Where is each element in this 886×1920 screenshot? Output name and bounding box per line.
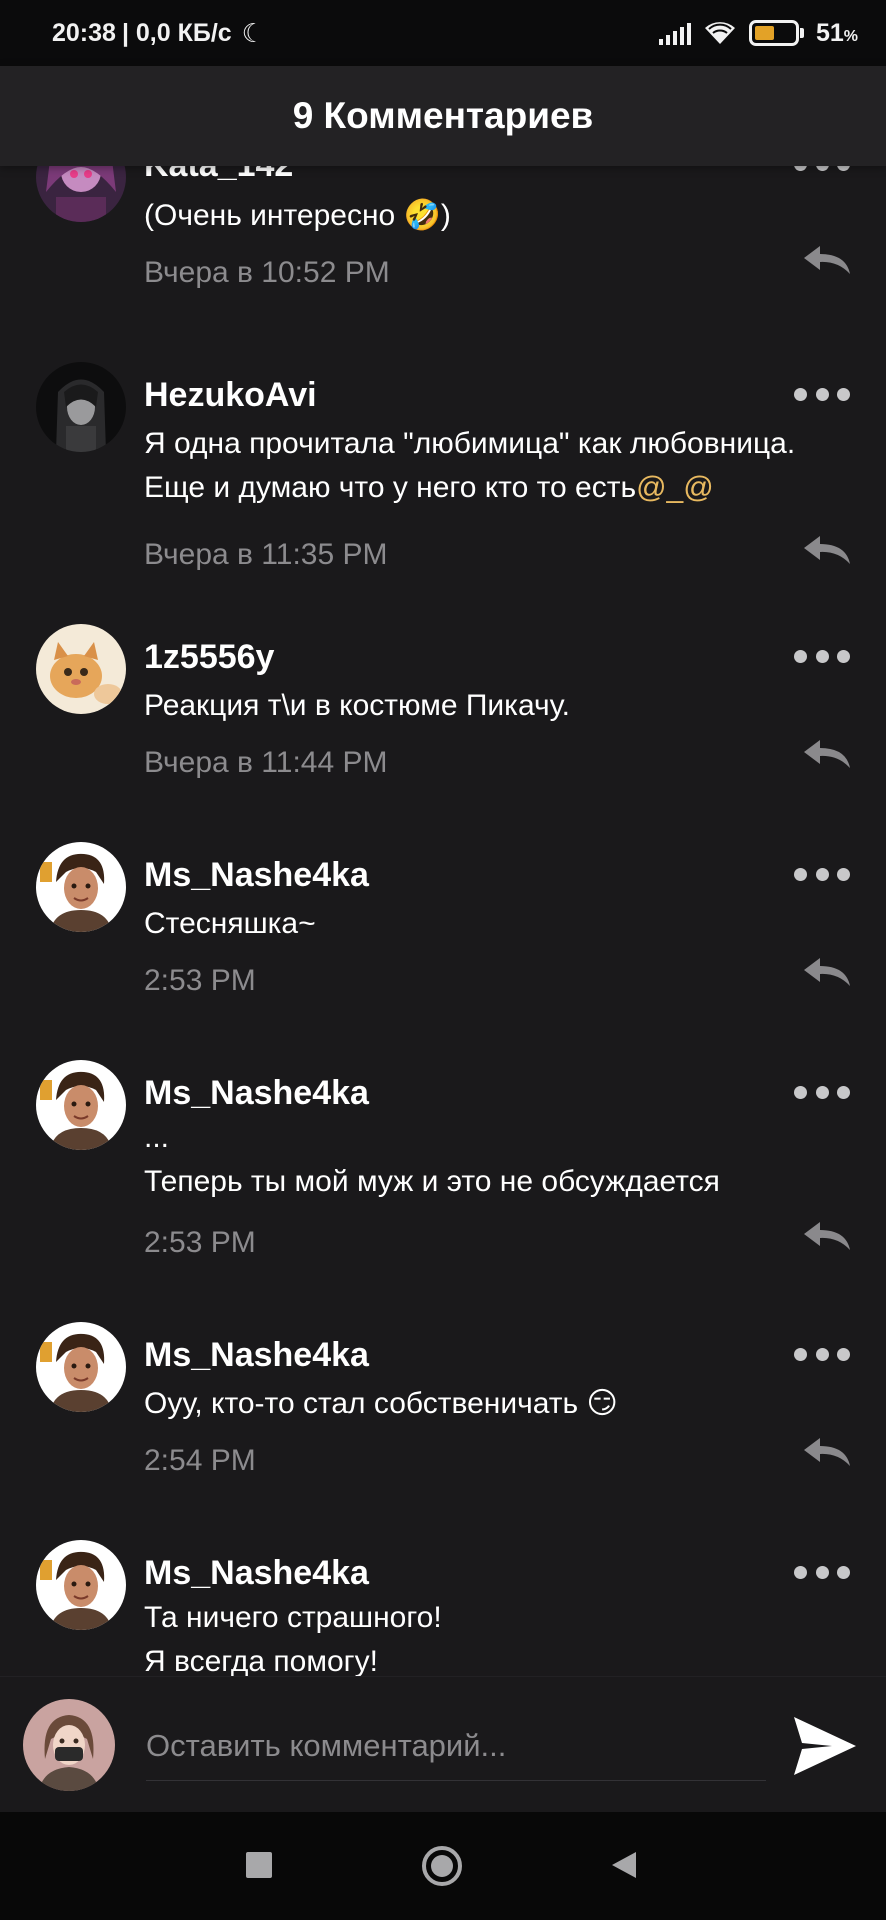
battery-percent: 51%	[815, 18, 858, 47]
comment-item: Ms_Nashe4ka Стесняшка~ 2:53 PM	[0, 842, 886, 1022]
user-avatar[interactable]	[36, 362, 126, 452]
user-avatar[interactable]	[36, 1322, 126, 1412]
comment-time: Вчера в 10:52 PM	[144, 256, 390, 289]
user-avatar[interactable]	[36, 842, 126, 932]
reply-icon[interactable]	[802, 1218, 852, 1254]
reply-icon[interactable]	[802, 1434, 852, 1470]
more-options-icon[interactable]	[794, 864, 850, 884]
back-triangle-icon[interactable]	[610, 1850, 638, 1880]
home-circle-icon[interactable]	[422, 1846, 462, 1886]
comment-text: Стесняшка~	[144, 907, 316, 940]
comment-username[interactable]: Ms_Nashe4ka	[144, 1336, 369, 1375]
more-options-icon[interactable]	[794, 646, 850, 666]
comment-username[interactable]: Ms_Nashe4ka	[144, 1074, 369, 1113]
comment-time: Вчера в 11:44 PM	[144, 746, 388, 779]
reply-icon[interactable]	[802, 242, 852, 278]
reply-icon[interactable]	[802, 736, 852, 772]
comment-item: HezukoAvi Я одна прочитала "любимица" ка…	[0, 362, 886, 582]
network-speed: | 0,0 КБ/с	[121, 18, 232, 47]
more-options-icon[interactable]	[794, 1082, 850, 1102]
status-time: 20:38	[52, 18, 116, 47]
reply-icon[interactable]	[802, 532, 852, 568]
comments-list[interactable]: Kata_142 (Очень интересно 🤣) Вчера в 10:…	[0, 166, 886, 1676]
comment-text: (Очень интересно 🤣)	[144, 199, 451, 232]
comment-username[interactable]: 1z5556y	[144, 638, 274, 677]
battery-fill	[754, 26, 775, 40]
comment-text: Оуу, кто-то стал собственичать 😏	[144, 1387, 618, 1420]
user-avatar[interactable]	[36, 624, 126, 714]
my-avatar	[23, 1699, 115, 1791]
wifi-icon	[704, 22, 735, 44]
comment-item: Ms_Nashe4ka ... Теперь ты мой муж и это …	[0, 1060, 886, 1280]
screen: 20:38 | 0,0 КБ/с ☾ 51% 9 Комментариев (О…	[0, 0, 886, 1920]
signal-icon	[658, 21, 691, 45]
moon-icon: ☾	[241, 17, 265, 48]
reply-icon[interactable]	[802, 954, 852, 990]
system-nav-bar	[0, 1812, 886, 1920]
status-bar: 20:38 | 0,0 КБ/с ☾ 51%	[0, 0, 886, 66]
comment-username[interactable]: HezukoAvi	[144, 376, 317, 415]
more-options-icon[interactable]	[794, 1562, 850, 1582]
comment-username[interactable]: Ms_Nashe4ka	[144, 1554, 369, 1593]
user-avatar[interactable]	[36, 166, 126, 222]
more-options-icon[interactable]	[794, 166, 850, 174]
send-icon[interactable]	[792, 1715, 858, 1777]
battery-icon	[748, 20, 804, 46]
page-title: 9 Комментариев	[0, 66, 886, 166]
comment-time: 2:53 PM	[144, 964, 256, 997]
user-avatar[interactable]	[36, 1540, 126, 1630]
comment-text: Реакция т\и в костюме Пикачу.	[144, 689, 570, 722]
comment-item: 1z5556y Реакция т\и в костюме Пикачу. Вч…	[0, 624, 886, 804]
comment-text: ... Теперь ты мой муж и это не обсуждает…	[144, 1121, 720, 1198]
comment-input-bar	[0, 1676, 886, 1812]
comment-time: Вчера в 11:35 PM	[144, 538, 388, 571]
more-options-icon[interactable]	[794, 1344, 850, 1364]
comment-username[interactable]: Ms_Nashe4ka	[144, 856, 369, 895]
comment-username[interactable]: Kata_142	[144, 166, 293, 185]
comment-text: Та ничего страшного! Я всегда помогу!	[144, 1601, 442, 1676]
recents-square-icon[interactable]	[246, 1852, 272, 1878]
comment-time: 2:53 PM	[144, 1226, 256, 1259]
comment-input[interactable]	[146, 1711, 766, 1781]
more-options-icon[interactable]	[794, 384, 850, 404]
comment-text: Я одна прочитала "любимица" как любовниц…	[144, 427, 796, 504]
comment-item: Kata_142 (Очень интересно 🤣) Вчера в 10:…	[0, 166, 886, 332]
comment-item: Ms_Nashe4ka Та ничего страшного! Я всегд…	[0, 1540, 886, 1676]
comment-time: 2:54 PM	[144, 1444, 256, 1477]
user-avatar[interactable]	[36, 1060, 126, 1150]
comment-mention: @_@	[636, 471, 714, 504]
comment-item: Ms_Nashe4ka Оуу, кто-то стал собственича…	[0, 1322, 886, 1502]
